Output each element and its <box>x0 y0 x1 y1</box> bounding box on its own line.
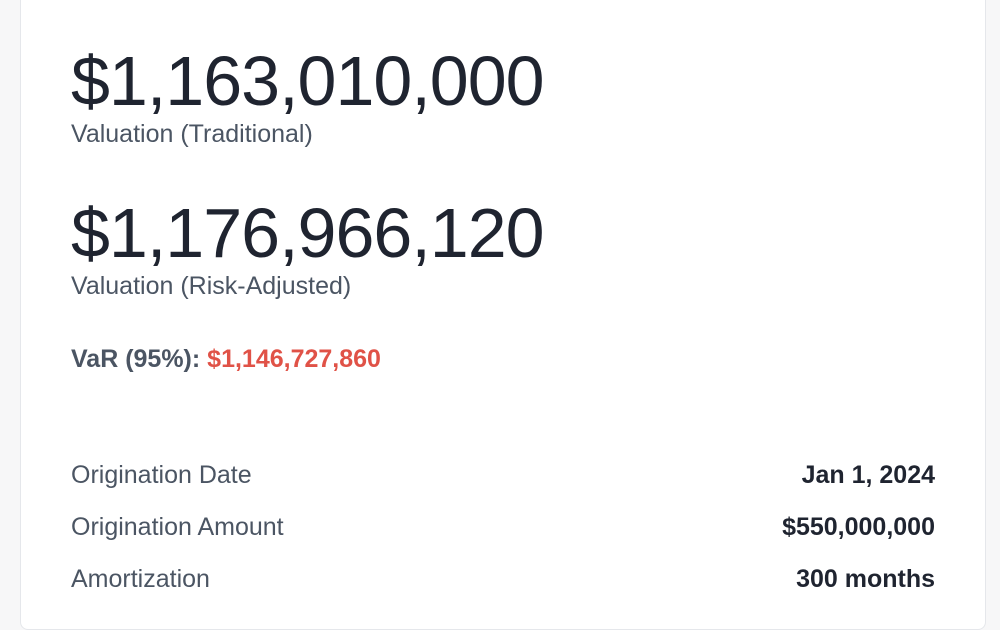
risk-adjusted-valuation-label: Valuation (Risk-Adjusted) <box>71 272 352 300</box>
origination-date-value: Jan 1, 2024 <box>801 460 935 489</box>
origination-amount-value: $550,000,000 <box>782 512 935 541</box>
origination-date-label: Origination Date <box>71 460 252 489</box>
risk-adjusted-valuation-value: $1,176,966,120 <box>71 194 545 272</box>
traditional-valuation-value: $1,163,010,000 <box>71 42 545 120</box>
amortization-label: Amortization <box>71 564 210 593</box>
detail-row-amortization: Amortization 300 months <box>71 562 935 596</box>
risk-adjusted-valuation-block: $1,176,966,120 Valuation (Risk-Adjusted) <box>71 194 545 301</box>
detail-row-origination-date: Origination Date Jan 1, 2024 <box>71 458 935 492</box>
origination-amount-label: Origination Amount <box>71 512 284 541</box>
traditional-valuation-label: Valuation (Traditional) <box>71 120 313 148</box>
var-value: $1,146,727,860 <box>207 345 381 373</box>
var-label: VaR (95%): <box>71 345 201 373</box>
var-row: VaR (95%): $1,146,727,860 <box>71 344 381 374</box>
detail-row-origination-amount: Origination Amount $550,000,000 <box>71 510 935 544</box>
traditional-valuation-block: $1,163,010,000 Valuation (Traditional) <box>71 42 545 149</box>
amortization-value: 300 months <box>796 564 935 593</box>
valuation-card: $1,163,010,000 Valuation (Traditional) $… <box>20 0 986 630</box>
